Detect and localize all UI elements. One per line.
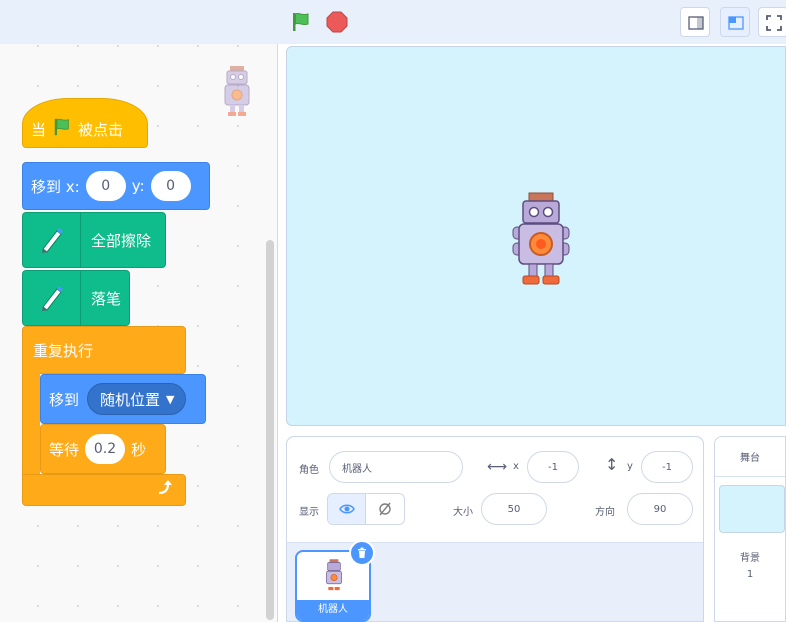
pen-icon: [23, 213, 81, 267]
show-label: 显示: [299, 507, 319, 518]
goto-y-label: y:: [131, 177, 145, 195]
delete-sprite-button[interactable]: [349, 540, 375, 566]
backdrop-label: 背景: [740, 553, 760, 564]
erase-all-block[interactable]: 全部擦除: [22, 212, 166, 268]
forever-block-arm: [22, 372, 40, 476]
seconds-unit-label: 秒: [131, 440, 147, 459]
sprite-pane: 角色 机器人 ⟷ x -1 ↕ y -1 显示 大小 50 方向 90 机器人: [286, 436, 704, 622]
when-label: 当: [31, 120, 47, 139]
goto-xy-block[interactable]: 移到 x: 0 y: 0: [22, 162, 210, 210]
backdrop-count: 1: [746, 569, 754, 580]
y-position-input[interactable]: -1: [641, 451, 693, 483]
goto-target-dropdown[interactable]: 随机位置 ▼: [87, 383, 186, 415]
x-position-label: x: [513, 461, 519, 472]
erase-all-label: 全部擦除: [91, 231, 152, 250]
show-sprite-button[interactable]: [328, 494, 367, 524]
sprite-name-label: 角色: [299, 465, 319, 476]
chevron-down-icon: ▼: [166, 392, 175, 406]
y-input[interactable]: 0: [150, 171, 191, 201]
direction-label: 方向: [595, 507, 615, 518]
code-area[interactable]: 当 被点击 移到 x: 0 y: 0 全部擦除 落笔 重复执行 移到 随机位置 …: [0, 44, 278, 622]
green-flag-icon: [52, 117, 72, 141]
robot-thumbnail: [326, 559, 342, 591]
code-area-scrollbar[interactable]: [266, 240, 274, 620]
goto-x-label: 移到 x:: [31, 177, 80, 196]
hide-sprite-button[interactable]: [366, 494, 404, 524]
stage-canvas[interactable]: [286, 46, 786, 426]
pen-icon: [23, 271, 81, 325]
visibility-toggle: [327, 493, 405, 525]
loop-arrow-icon: [155, 479, 173, 501]
green-flag-icon[interactable]: [290, 11, 312, 33]
robot-watermark-icon: [224, 66, 250, 116]
small-stage-icon: [688, 16, 704, 30]
pen-down-block[interactable]: 落笔: [22, 270, 130, 326]
goto-label: 移到: [49, 390, 80, 409]
y-position-label: y: [627, 461, 633, 472]
size-label: 大小: [453, 507, 473, 518]
stage-backdrop-thumbnail[interactable]: [719, 485, 785, 533]
normal-stage-button[interactable]: [720, 7, 750, 37]
direction-input[interactable]: 90: [627, 493, 693, 525]
eye-icon: [338, 504, 355, 514]
goto-random-block[interactable]: 移到 随机位置 ▼: [40, 374, 206, 424]
stop-icon[interactable]: [326, 11, 348, 33]
wait-seconds-input[interactable]: 0.2: [85, 434, 126, 464]
normal-stage-icon: [728, 16, 744, 30]
size-input[interactable]: 50: [481, 493, 547, 525]
when-flag-clicked-block[interactable]: 当 被点击: [22, 98, 148, 148]
fullscreen-icon: [766, 15, 782, 31]
sprite-card-name: 机器人: [297, 600, 369, 620]
eye-slash-icon: [379, 502, 391, 516]
pen-down-label: 落笔: [91, 289, 122, 308]
vertical-arrows-icon: ↕: [605, 455, 619, 474]
wait-block[interactable]: 等待 0.2 秒: [40, 424, 166, 474]
sprite-name-input[interactable]: 机器人: [329, 451, 463, 483]
small-stage-button[interactable]: [680, 7, 710, 37]
horizontal-arrows-icon: ⟷: [487, 459, 508, 475]
fullscreen-button[interactable]: [758, 7, 786, 37]
forever-block-bottom[interactable]: [22, 474, 186, 506]
wait-label: 等待: [49, 440, 80, 459]
forever-block[interactable]: 重复执行: [22, 326, 186, 374]
x-position-input[interactable]: -1: [527, 451, 579, 483]
x-input[interactable]: 0: [85, 171, 126, 201]
clicked-label: 被点击: [78, 120, 124, 139]
robot-sprite[interactable]: [507, 191, 575, 287]
trash-icon: [358, 547, 366, 558]
stage-pane-title: 舞台: [715, 437, 785, 477]
top-bar: [0, 0, 786, 44]
stage-target-pane[interactable]: 舞台 背景 1: [714, 436, 786, 622]
sprite-list: 机器人: [287, 540, 703, 622]
sprite-info-panel: 角色 机器人 ⟷ x -1 ↕ y -1 显示 大小 50 方向 90: [287, 437, 703, 543]
goto-target-value: 随机位置: [100, 390, 161, 409]
forever-label: 重复执行: [33, 341, 94, 360]
